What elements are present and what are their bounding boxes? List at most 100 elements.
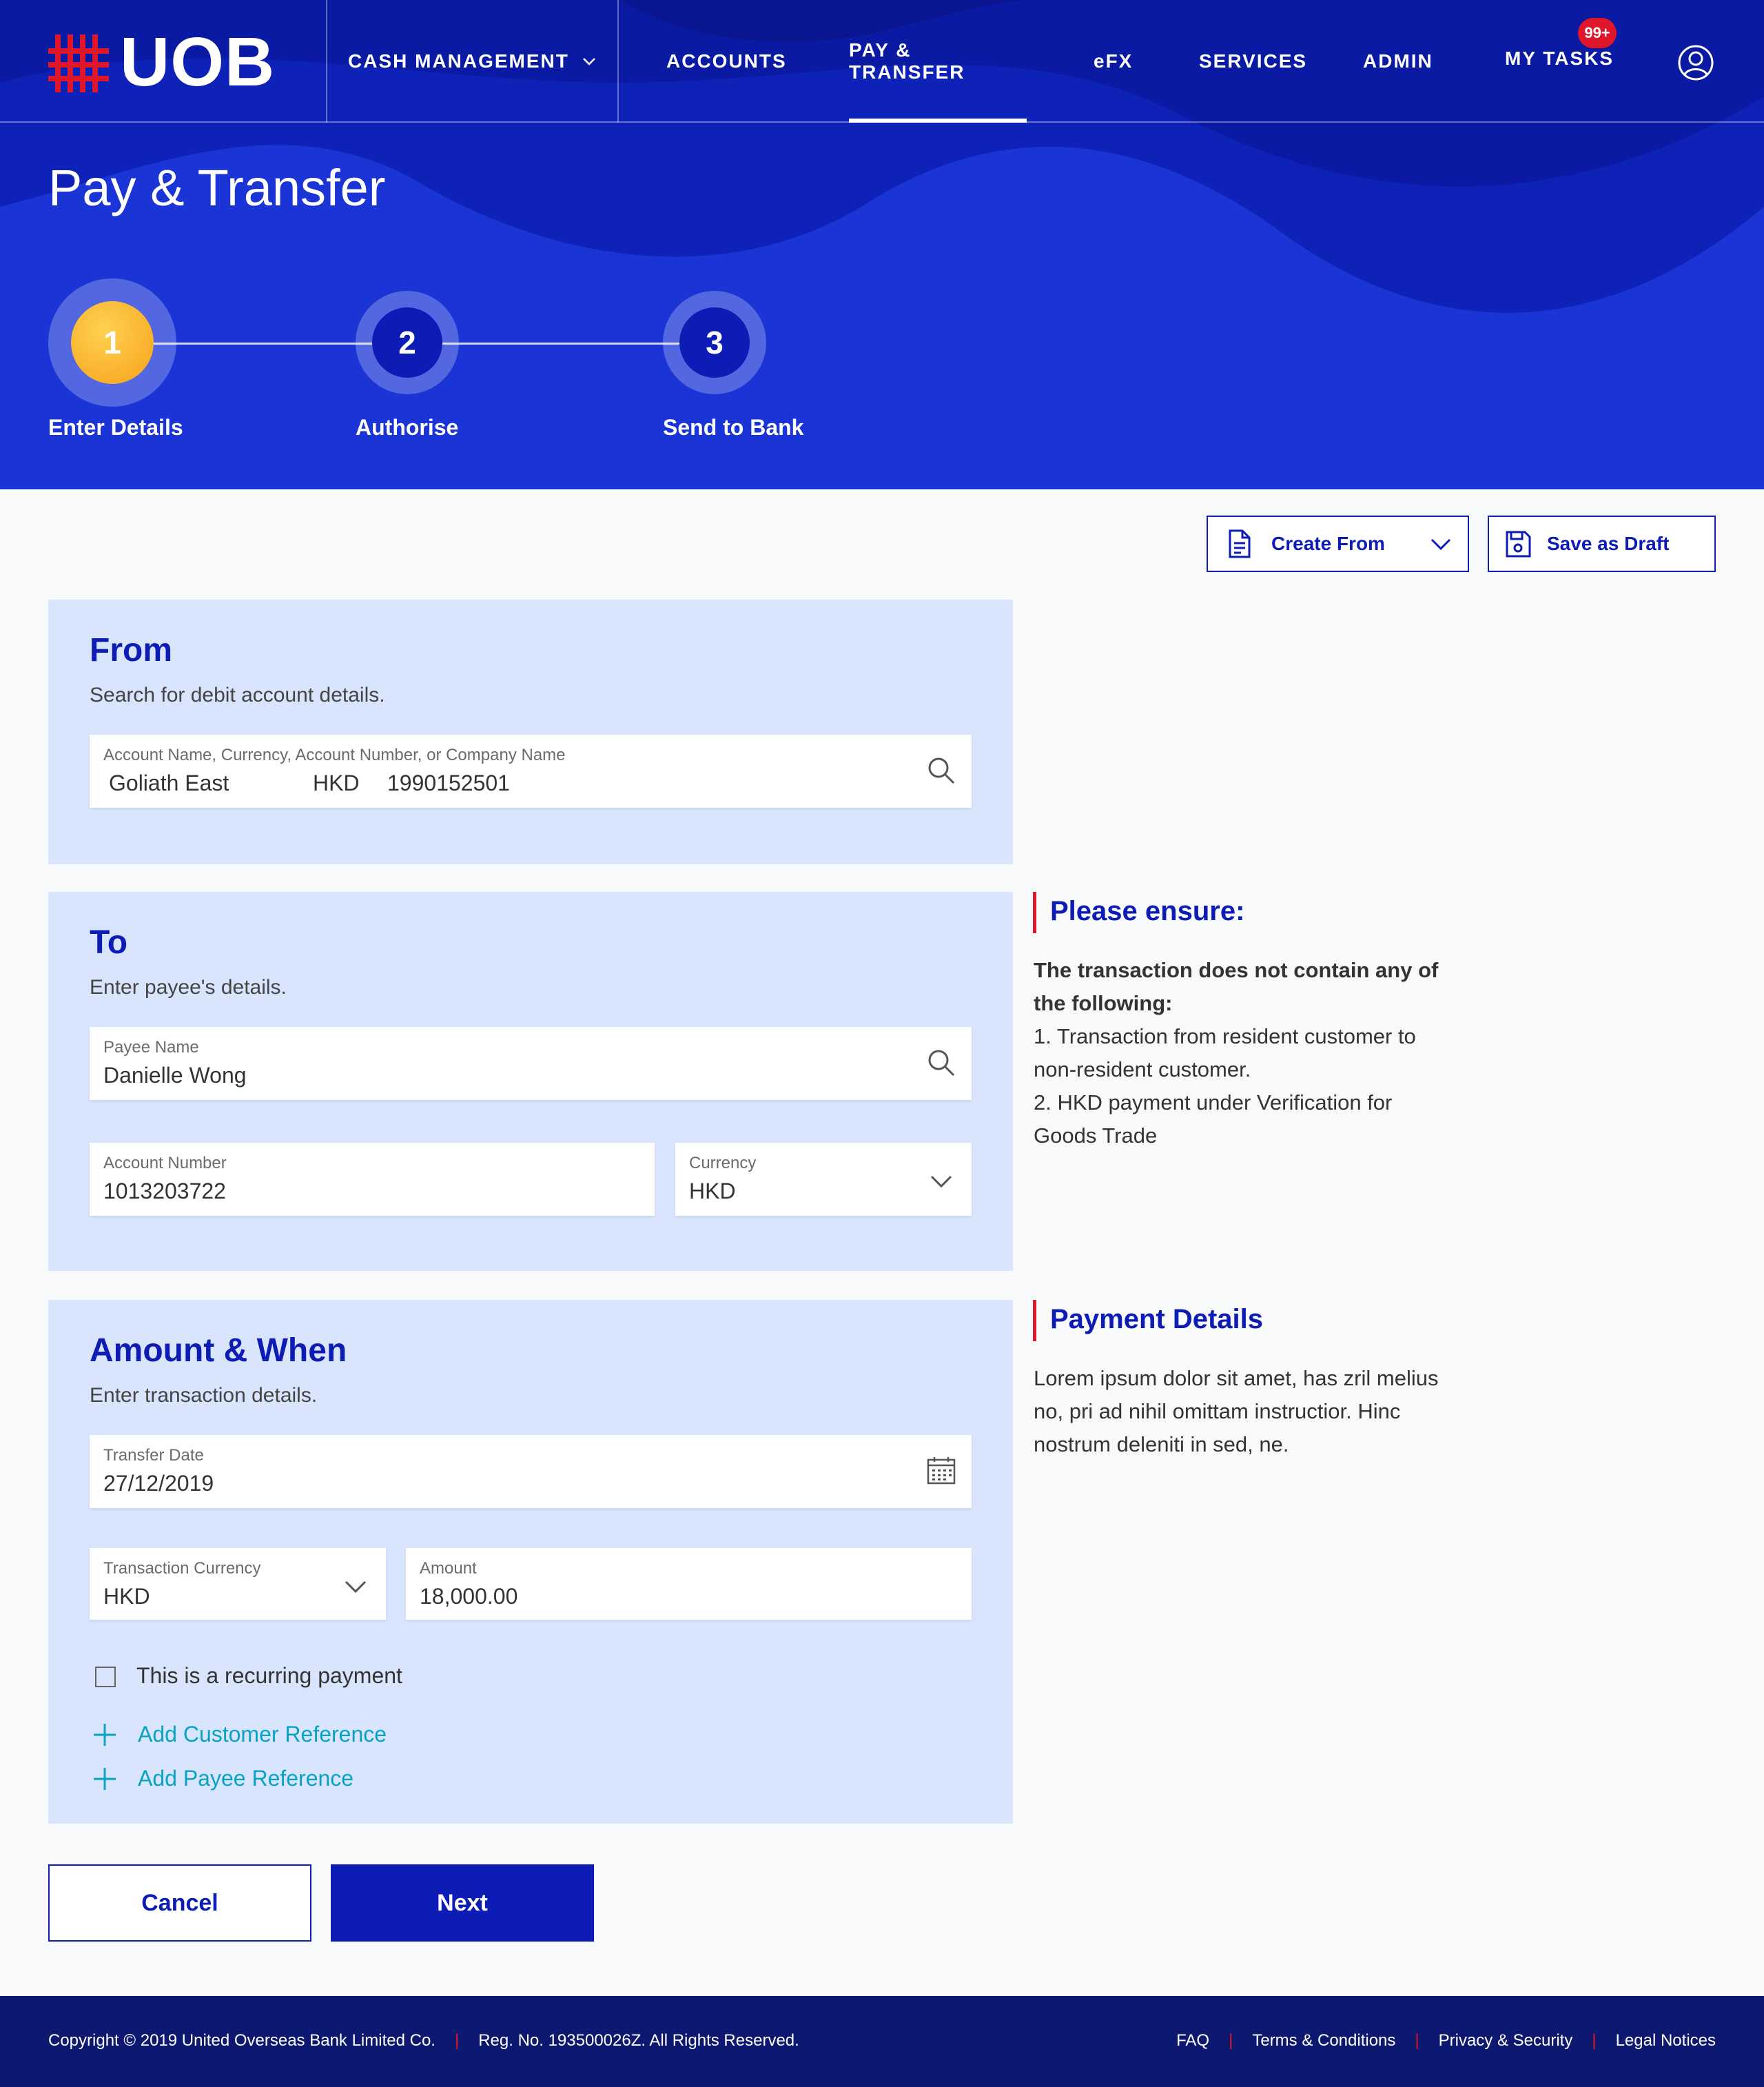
add-payee-reference-link[interactable]: Add Payee Reference <box>92 1766 353 1791</box>
tasks-count-badge: 99+ <box>1578 18 1617 48</box>
nav-efx[interactable]: eFX <box>1094 0 1133 123</box>
amount-when-section: Amount & When Enter transaction details.… <box>48 1300 1013 1824</box>
transfer-date-value: 27/12/2019 <box>103 1471 214 1496</box>
note-accent-bar <box>1033 1300 1036 1341</box>
footer-links: FAQ | Terms & Conditions | Privacy & Sec… <box>1176 2031 1716 2050</box>
footer-copyright: Copyright © 2019 United Overseas Bank Li… <box>48 2031 799 2050</box>
payee-name-input[interactable]: Payee Name Danielle Wong <box>90 1027 972 1100</box>
cancel-button[interactable]: Cancel <box>48 1864 311 1942</box>
please-ensure-title: Please ensure: <box>1050 896 1245 926</box>
account-currency-value: HKD <box>313 771 360 795</box>
nav-admin-label: ADMIN <box>1363 50 1433 72</box>
nav-divider <box>617 0 619 123</box>
field-label: Transaction Currency <box>103 1559 261 1578</box>
footer-separator: | <box>1415 2031 1419 2050</box>
step-label: Enter Details <box>48 415 183 440</box>
chevron-down-icon <box>1430 538 1451 551</box>
save-draft-button[interactable]: Save as Draft <box>1488 516 1716 572</box>
account-number-input[interactable]: Account Number 1013203722 <box>90 1143 655 1216</box>
amount-input[interactable]: Amount 18,000.00 <box>406 1548 972 1620</box>
search-icon[interactable] <box>926 1048 956 1078</box>
payment-details-title: Payment Details <box>1050 1304 1264 1334</box>
footer-link-faq[interactable]: FAQ <box>1176 2031 1209 2050</box>
uob-logo[interactable]: UOB <box>48 28 276 96</box>
nav-my-tasks-label: MY TASKS <box>1505 48 1614 69</box>
calendar-icon[interactable] <box>926 1456 956 1486</box>
from-title: From <box>90 632 172 669</box>
field-label: Transfer Date <box>103 1446 204 1465</box>
footer: Copyright © 2019 United Overseas Bank Li… <box>0 1996 1764 2087</box>
currency-value: HKD <box>689 1179 736 1203</box>
field-label: Amount <box>420 1559 477 1578</box>
step-enter-details: 1 <box>48 278 176 407</box>
please-ensure-bold: The transaction does not contain any of … <box>1034 958 1439 1015</box>
amount-title: Amount & When <box>90 1332 347 1369</box>
field-label: Currency <box>689 1154 757 1172</box>
step-number: 3 <box>679 307 750 378</box>
nav-pay-transfer-label: PAY & TRANSFER <box>849 39 965 83</box>
payment-details-text: Lorem ipsum dolor sit amet, has zril mel… <box>1034 1366 1439 1456</box>
transfer-date-input[interactable]: Transfer Date 27/12/2019 <box>90 1435 972 1508</box>
amount-value: 18,000.00 <box>420 1584 518 1609</box>
registration-text: Reg. No. 193500026Z. All Rights Reserved… <box>478 2031 799 2050</box>
page-title: Pay & Transfer <box>48 159 386 216</box>
footer-link-legal[interactable]: Legal Notices <box>1616 2031 1716 2050</box>
nav-accounts-label: ACCOUNTS <box>666 50 787 72</box>
step-ring: 3 <box>663 291 766 394</box>
nav-services[interactable]: SERVICES <box>1199 0 1307 123</box>
nav-efx-label: eFX <box>1094 50 1134 72</box>
nav-services-label: SERVICES <box>1199 50 1308 72</box>
account-number-value: 1990152501 <box>387 771 510 795</box>
please-ensure-text: The transaction does not contain any of … <box>1034 954 1447 1152</box>
field-label: Account Name, Currency, Account Number, … <box>103 746 566 764</box>
recurring-payment-checkbox[interactable] <box>95 1667 116 1687</box>
plus-icon <box>94 1723 116 1746</box>
to-title: To <box>90 924 128 961</box>
nav-accounts[interactable]: ACCOUNTS <box>666 0 787 123</box>
step-number: 2 <box>372 307 442 378</box>
nav-admin[interactable]: ADMIN <box>1363 0 1433 123</box>
add-customer-reference-link[interactable]: Add Customer Reference <box>92 1722 387 1747</box>
nav-pay-transfer[interactable]: PAY & TRANSFER <box>849 0 1027 123</box>
create-from-button[interactable]: Create From <box>1207 516 1469 572</box>
from-section: From Search for debit account details. A… <box>48 600 1013 864</box>
save-icon <box>1506 531 1531 558</box>
note-accent-bar <box>1033 892 1036 933</box>
plus-icon <box>94 1767 116 1790</box>
chevron-down-icon <box>930 1175 952 1188</box>
add-payee-reference-label: Add Payee Reference <box>138 1766 354 1791</box>
field-label: Payee Name <box>103 1038 199 1057</box>
currency-select[interactable]: Currency HKD <box>675 1143 972 1216</box>
chevron-down-icon <box>583 58 595 65</box>
account-number-value: 1013203722 <box>103 1179 226 1203</box>
document-icon <box>1229 529 1251 558</box>
please-ensure-item-2: 2. HKD payment under Verification for Go… <box>1034 1090 1393 1148</box>
transaction-currency-select[interactable]: Transaction Currency HKD <box>90 1548 386 1620</box>
debit-account-search-input[interactable]: Account Name, Currency, Account Number, … <box>90 735 972 808</box>
footer-separator: | <box>454 2031 460 2050</box>
footer-link-privacy[interactable]: Privacy & Security <box>1439 2031 1573 2050</box>
next-button[interactable]: Next <box>331 1864 594 1942</box>
please-ensure-item-1: 1. Transaction from resident customer to… <box>1034 1024 1416 1081</box>
footer-separator: | <box>1592 2031 1597 2050</box>
user-profile-icon[interactable] <box>1677 44 1714 81</box>
to-section: To Enter payee's details. Payee Name Dan… <box>48 892 1013 1271</box>
save-draft-label: Save as Draft <box>1547 533 1670 554</box>
step-number: 1 <box>71 301 154 384</box>
logo-wordmark: UOB <box>120 23 276 101</box>
to-subtitle: Enter payee's details. <box>90 976 287 999</box>
nav-cash-management[interactable]: CASH MANAGEMENT <box>348 0 597 123</box>
add-customer-reference-label: Add Customer Reference <box>138 1722 387 1747</box>
from-subtitle: Search for debit account details. <box>90 684 385 706</box>
step-label: Authorise <box>356 415 459 440</box>
field-label: Account Number <box>103 1154 227 1172</box>
payee-name-value: Danielle Wong <box>103 1063 247 1088</box>
search-icon[interactable] <box>926 755 956 786</box>
step-authorise: 2 <box>343 278 471 407</box>
top-navigation: UOB CASH MANAGEMENT ACCOUNTS PAY & TRANS… <box>0 0 1764 123</box>
footer-link-terms[interactable]: Terms & Conditions <box>1252 2031 1395 2050</box>
amount-subtitle: Enter transaction details. <box>90 1384 318 1407</box>
transaction-currency-value: HKD <box>103 1584 150 1609</box>
hero-banner: UOB CASH MANAGEMENT ACCOUNTS PAY & TRANS… <box>0 0 1764 489</box>
step-ring: 1 <box>48 278 176 407</box>
